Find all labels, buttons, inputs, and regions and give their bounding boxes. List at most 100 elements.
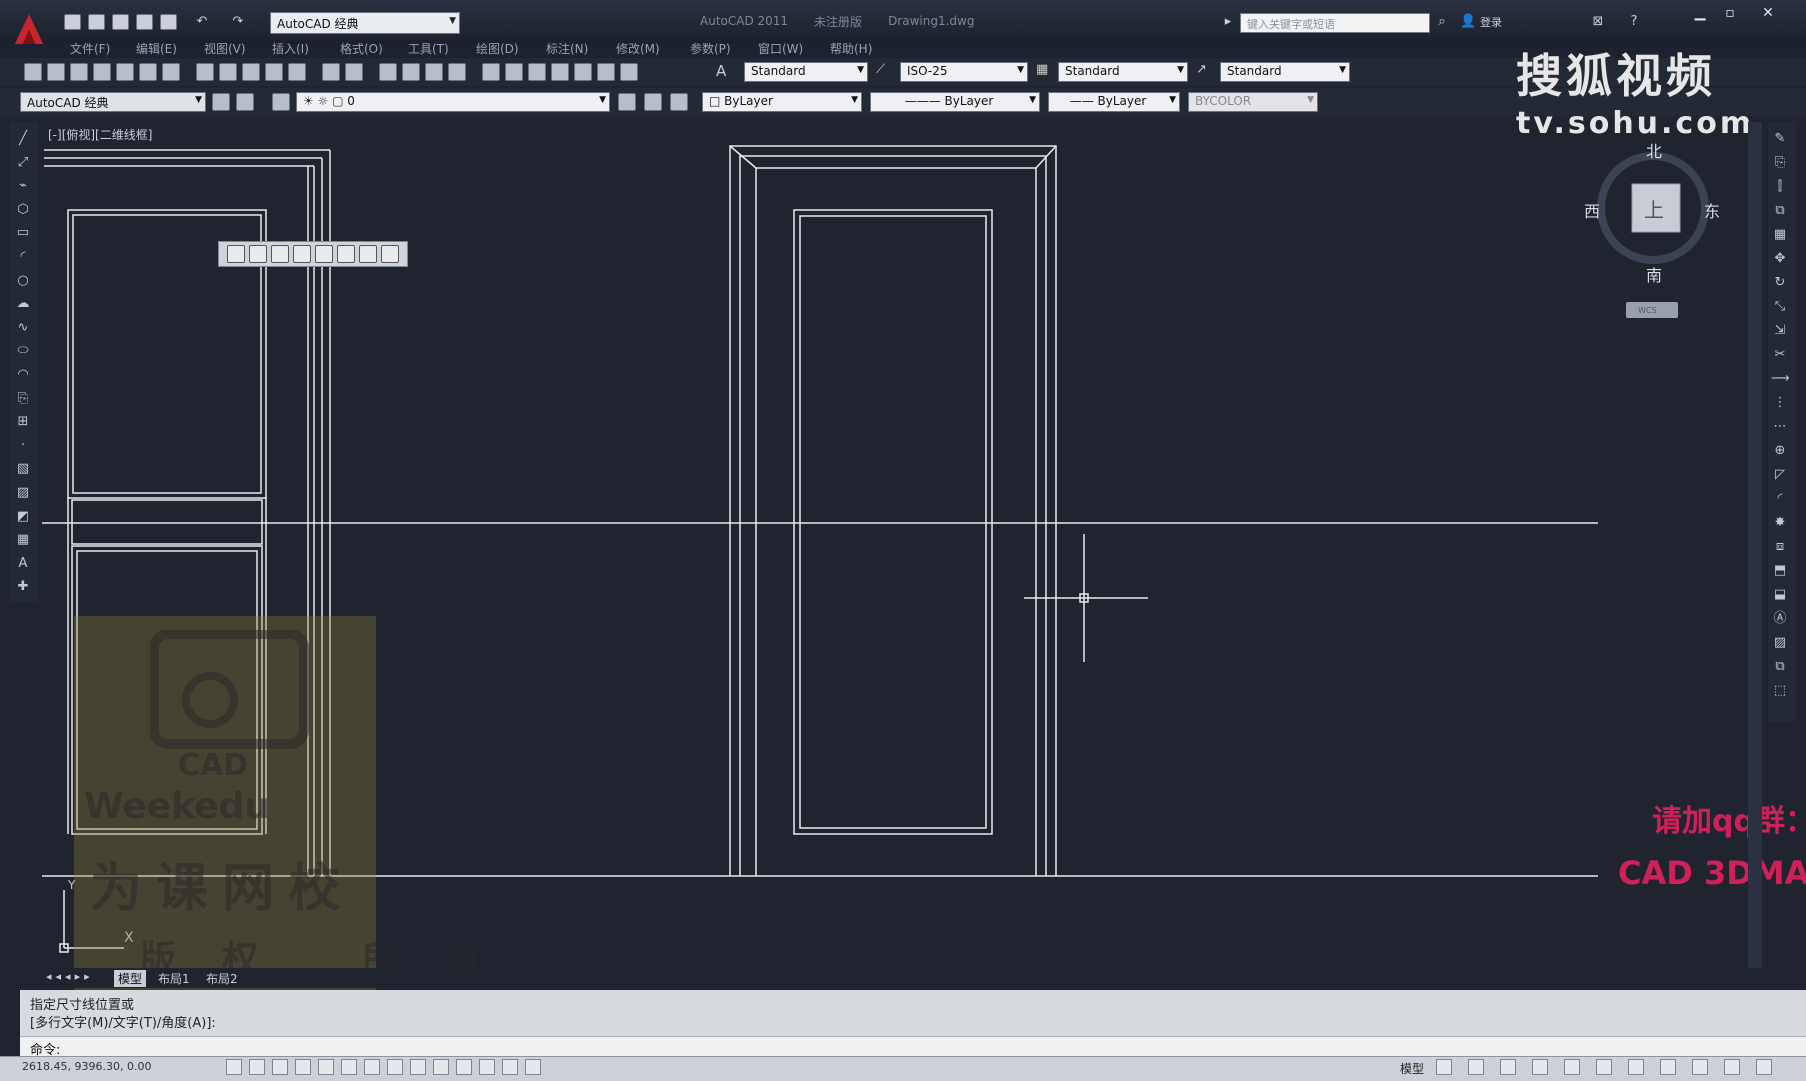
text-above-icon[interactable]: Ⓐ [1771, 610, 1789, 628]
hatch-icon[interactable]: ▧ [14, 460, 32, 478]
scale-icon[interactable]: ⤡ [1771, 298, 1789, 316]
bring-front-icon[interactable]: ⬒ [1771, 562, 1789, 580]
object-snap-tracking-icon[interactable] [387, 1059, 403, 1075]
viewcube-west[interactable]: 西 [1584, 198, 1600, 222]
move-icon[interactable]: ✥ [1771, 250, 1789, 268]
tab-layout2[interactable]: 布局2 [206, 970, 238, 987]
ortho-mode-icon[interactable] [295, 1059, 311, 1075]
zoom-scale-icon[interactable] [271, 245, 289, 263]
quick-view-drawings-icon[interactable] [1500, 1059, 1516, 1075]
rotate-icon[interactable]: ↻ [1771, 274, 1789, 292]
send-back-icon[interactable]: ⬓ [1771, 586, 1789, 604]
spline-icon[interactable]: ∿ [14, 319, 32, 337]
command-input[interactable]: 命令: [20, 1036, 1806, 1058]
trim-icon[interactable]: ✂ [1771, 346, 1789, 364]
snap-mode-icon[interactable] [249, 1059, 265, 1075]
allow-ucs-icon[interactable] [410, 1059, 426, 1075]
viewcube-south[interactable]: 南 [1646, 262, 1662, 286]
draw-order-icon[interactable]: ⧈ [1771, 538, 1789, 556]
transparency-icon[interactable] [479, 1059, 495, 1075]
rectangle-icon[interactable]: ▭ [14, 224, 32, 242]
vertical-scrollbar[interactable] [1748, 122, 1762, 968]
table-icon[interactable]: ▦ [14, 531, 32, 549]
wcs-menu[interactable]: WCS [1626, 302, 1678, 318]
viewcube-north[interactable]: 北 [1646, 138, 1662, 162]
grid-display-icon[interactable] [272, 1059, 288, 1075]
draw-order-text-icon[interactable]: ⧉ [1771, 658, 1789, 676]
infer-constraints-icon[interactable] [226, 1059, 242, 1075]
isolate-objects-icon[interactable] [1692, 1059, 1708, 1075]
erase-icon[interactable]: ✎ [1771, 130, 1789, 148]
polyline-icon[interactable]: ⌁ [14, 177, 32, 195]
3d-object-snap-icon[interactable] [364, 1059, 380, 1075]
tab-navigation-arrows[interactable]: ◂◂◂▸▸ [46, 970, 94, 983]
zoom-all-icon[interactable] [381, 245, 399, 263]
annotation-visibility-icon[interactable] [1564, 1059, 1580, 1075]
multiline-text-icon[interactable]: A [14, 555, 32, 573]
extend-icon[interactable]: ⟶ [1771, 370, 1790, 388]
ellipse-arc-icon[interactable]: ◠ [14, 366, 32, 384]
break-at-point-icon[interactable]: ⋮ [1771, 394, 1789, 412]
auto-scale-icon[interactable] [1596, 1059, 1612, 1075]
break-icon[interactable]: ⋯ [1771, 418, 1789, 436]
quick-view-layouts-icon[interactable] [1468, 1059, 1484, 1075]
sohu-url-watermark: tv.sohu.com [1516, 106, 1755, 141]
join-icon[interactable]: ⊕ [1771, 442, 1789, 460]
lock-ui-icon[interactable] [1660, 1059, 1676, 1075]
object-snap-icon[interactable] [341, 1059, 357, 1075]
offset-icon[interactable]: ⧉ [1771, 202, 1789, 220]
explode-icon[interactable]: ✸ [1771, 514, 1789, 532]
viewport-controls-label[interactable]: [-][俯视][二维线框] [48, 126, 152, 143]
cursor-coordinates: 2618.45, 9396.30, 0.00 [22, 1060, 152, 1073]
point-icon[interactable]: · [14, 437, 32, 455]
selection-cycling-icon[interactable] [525, 1059, 541, 1075]
ellipse-icon[interactable]: ⬭ [14, 342, 32, 360]
hardware-acceleration-icon[interactable] [1724, 1059, 1740, 1075]
annotation-scale-icon[interactable] [1532, 1059, 1548, 1075]
add-selected-icon[interactable]: ✚ [14, 578, 32, 596]
copy-object-icon[interactable]: ⎘ [1771, 154, 1789, 172]
zoom-window-icon[interactable] [227, 245, 245, 263]
viewcube-top-face[interactable]: 上 [1644, 194, 1664, 223]
array-icon[interactable]: ▦ [1771, 226, 1789, 244]
insert-block-icon[interactable]: ⎘ [14, 390, 32, 408]
revision-cloud-icon[interactable]: ☁ [14, 295, 32, 313]
line-icon[interactable]: ╱ [14, 130, 32, 148]
command-history-line2: [多行文字(M)/文字(T)/角度(A)]: [30, 1016, 216, 1031]
zoom-dynamic-icon[interactable] [249, 245, 267, 263]
floating-zoom-toolbar[interactable] [218, 241, 408, 267]
weekedu-name: Weekedu [84, 786, 271, 827]
zoom-object-icon[interactable] [315, 245, 333, 263]
weekedu-cn-name: 为课网校 [90, 859, 355, 919]
make-block-icon[interactable]: ⊞ [14, 413, 32, 431]
tab-model[interactable]: 模型 [114, 970, 147, 987]
fillet-icon[interactable]: ◜ [1771, 490, 1789, 508]
weekedu-logo-icon [150, 630, 309, 749]
workspace-switching-icon[interactable] [1628, 1059, 1644, 1075]
mirror-icon[interactable]: ⫿ [1771, 178, 1789, 196]
arc-icon[interactable]: ◜ [14, 248, 32, 266]
polygon-icon[interactable]: ⬡ [14, 201, 32, 219]
viewcube-east[interactable]: 东 [1704, 198, 1720, 222]
zoom-out-icon[interactable] [359, 245, 377, 263]
polar-tracking-icon[interactable] [318, 1059, 334, 1075]
hatch-back-icon[interactable]: ▨ [1771, 634, 1789, 652]
circle-icon[interactable]: ○ [14, 272, 32, 290]
layout-view-icon[interactable] [1436, 1059, 1452, 1075]
lineweight-toggle-icon[interactable] [456, 1059, 472, 1075]
region-icon[interactable]: ◩ [14, 508, 32, 526]
gradient-icon[interactable]: ▨ [14, 484, 32, 502]
stretch-icon[interactable]: ⇲ [1771, 322, 1789, 340]
left-door-rail [71, 499, 263, 545]
annotate-back-icon[interactable]: ⬚ [1771, 682, 1789, 700]
tab-layout1[interactable]: 布局1 [158, 970, 190, 987]
model-space-label[interactable]: 模型 [1400, 1060, 1424, 1077]
chamfer-icon[interactable]: ◸ [1771, 466, 1789, 484]
construction-line-icon[interactable]: ⤢ [14, 154, 32, 172]
quick-properties-icon[interactable] [502, 1059, 518, 1075]
zoom-in-icon[interactable] [337, 245, 355, 263]
zoom-center-icon[interactable] [293, 245, 311, 263]
dynamic-input-icon[interactable] [433, 1059, 449, 1075]
command-window[interactable]: 指定尺寸线位置或 [多行文字(M)/文字(T)/角度(A)]: 命令: [20, 990, 1806, 1058]
clean-screen-icon[interactable] [1756, 1059, 1772, 1075]
